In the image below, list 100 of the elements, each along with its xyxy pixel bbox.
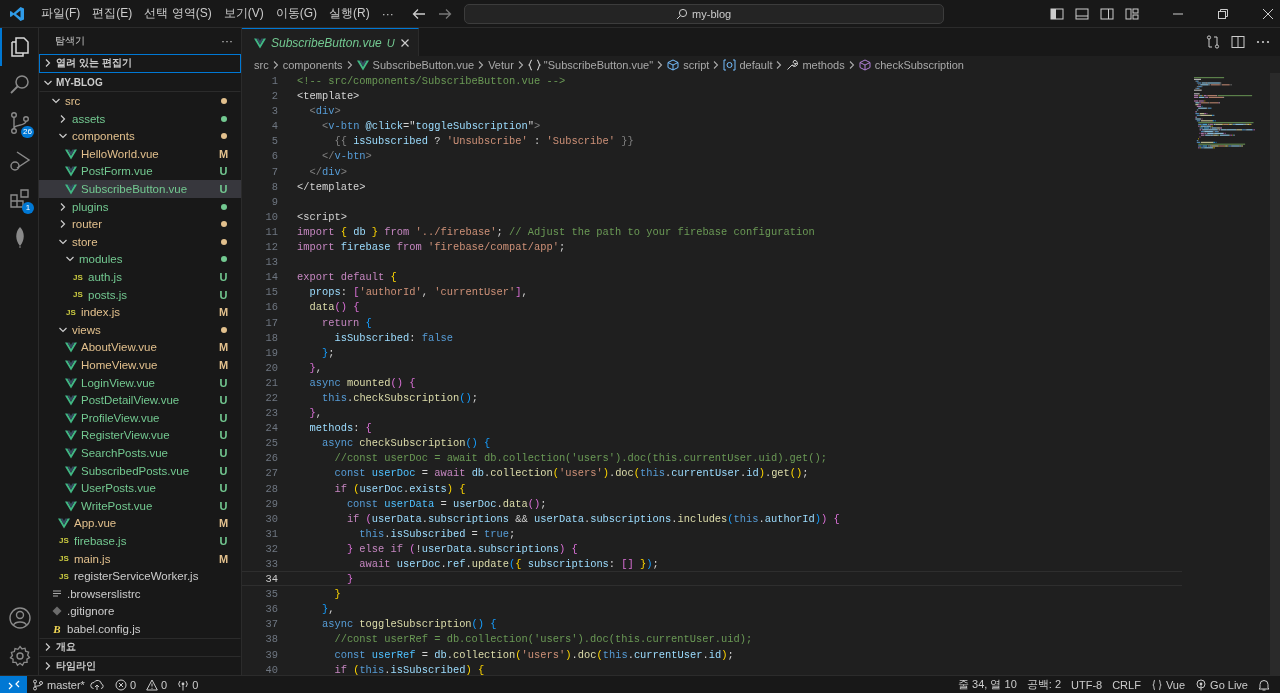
editor-tab[interactable]: SubscribeButton.vue U <box>242 28 419 56</box>
status-item[interactable]: master* <box>27 678 90 691</box>
close-icon[interactable] <box>1262 7 1274 20</box>
status-item[interactable]: 0 <box>109 678 142 691</box>
code-line: const userDoc = await db.collection('users').doc(this.currentUser.id).get(); <box>333 466 809 480</box>
line-number: 28 <box>264 481 278 495</box>
breadcrumb[interactable]: src <box>254 58 269 71</box>
breadcrumb[interactable]: script <box>667 58 710 71</box>
status-item[interactable]: Go Live <box>1190 678 1253 691</box>
sidebar-layout-icon[interactable] <box>1050 6 1064 21</box>
code-line: </template> <box>297 179 366 193</box>
file-tree-item[interactable]: HomeView.vue M <box>39 356 241 374</box>
back-arrow-icon[interactable] <box>411 6 426 21</box>
code-line: return { <box>320 315 372 329</box>
chevron-icon <box>43 58 53 69</box>
compare-changes-icon[interactable] <box>1205 34 1221 50</box>
file-tree-item[interactable]: B babel.config.js <box>39 620 241 638</box>
menu-item[interactable]: 선택 영역(S) <box>138 2 218 25</box>
menu-item[interactable]: 실행(R) <box>323 2 376 25</box>
cube-icon <box>667 58 681 71</box>
status-item[interactable]: Vue <box>1145 678 1191 691</box>
line-number: 12 <box>264 240 278 254</box>
menu-item[interactable]: 편집(E) <box>86 2 139 25</box>
code-line: </v-btn> <box>320 149 372 163</box>
file-tree-item[interactable]: SubscribedPosts.vue U <box>39 461 241 480</box>
panel-layout-icon[interactable] <box>1075 6 1089 21</box>
status-item[interactable]: 줄 34, 열 10 <box>953 677 1022 692</box>
file-tree-item[interactable]: components <box>39 127 241 146</box>
file-tree-item[interactable]: SubscribeButton.vue U <box>39 180 241 198</box>
count-badge: 1 <box>22 202 34 214</box>
menu-item[interactable]: 보기(V) <box>217 2 270 25</box>
file-tree-item[interactable]: HelloWorld.vue M <box>39 145 241 163</box>
chevron-icon <box>477 59 486 70</box>
file-tree-item[interactable]: SearchPosts.vue U <box>39 444 241 462</box>
file-tree-item[interactable]: .browserslistrc <box>39 584 241 603</box>
code-line: <v-btn @click="toggleSubscription"> <box>320 119 541 133</box>
activity-bar-item[interactable]: 1 <box>0 180 38 218</box>
file-tree-item[interactable]: JS registerServiceWorker.js <box>39 567 241 585</box>
file-tree-item[interactable]: RegisterView.vue U <box>39 426 241 445</box>
line-number: 23 <box>264 406 278 420</box>
breadcrumb[interactable]: SubscribeButton.vue <box>356 58 475 71</box>
status-item[interactable]: 공백: 2 <box>1021 677 1066 692</box>
file-tree-item[interactable]: JS auth.js U <box>39 268 241 286</box>
file-tree-item[interactable]: PostDetailView.vue U <box>39 391 241 409</box>
breadcrumb[interactable]: components <box>282 58 343 71</box>
split-layout-icon[interactable] <box>1100 6 1114 21</box>
status-item[interactable]: UTF-8 <box>1066 678 1108 691</box>
status-item[interactable]: 0 <box>172 678 204 691</box>
split-editor-icon[interactable] <box>1230 34 1246 50</box>
restore-icon[interactable] <box>1217 7 1229 20</box>
file-tree-item[interactable]: WritePost.vue U <box>39 496 241 515</box>
file-tree-item[interactable]: JS main.js M <box>39 549 241 568</box>
file-tree-item[interactable]: src <box>39 92 241 110</box>
file-tree-item[interactable]: JS firebase.js U <box>39 532 241 550</box>
menu-item[interactable]: ··· <box>375 3 400 24</box>
section-header[interactable]: 개요 <box>39 637 241 657</box>
file-tree-item[interactable]: views <box>39 321 241 339</box>
breadcrumb[interactable]: "SubscribeButton.vue" <box>527 58 654 71</box>
file-tree-item[interactable]: .gitignore <box>39 602 241 621</box>
custom-layout-icon[interactable] <box>1125 6 1139 21</box>
vue-icon <box>65 165 77 178</box>
line-number: 15 <box>264 285 278 299</box>
file-tree-item[interactable]: LoginView.vue U <box>39 373 241 392</box>
vue-icon <box>65 411 77 424</box>
file-tree-item[interactable]: assets <box>39 109 241 128</box>
more-button[interactable]: ··· <box>221 33 233 48</box>
status-item[interactable]: 0 <box>141 678 173 691</box>
file-tree-item[interactable]: store <box>39 233 241 251</box>
code-line: {{ isSubscribed ? 'Unsubscribe' : 'Subscribe' }} <box>333 134 634 148</box>
sync-icon[interactable] <box>89 678 104 691</box>
file-tree-item[interactable]: AboutView.vue M <box>39 338 241 357</box>
activity-bar-item[interactable]: 26 <box>0 104 38 142</box>
notifications-icon[interactable] <box>1258 678 1270 691</box>
file-tree-item[interactable]: App.vue M <box>39 514 241 533</box>
file-tree-item[interactable]: modules <box>39 250 241 269</box>
breadcrumb[interactable]: default <box>723 58 773 71</box>
breadcrumb[interactable]: Vetur <box>488 58 514 71</box>
search-field[interactable]: my-blog <box>463 3 944 24</box>
file-tree-item[interactable]: JS posts.js U <box>39 285 241 304</box>
file-tree-item[interactable]: ProfileView.vue U <box>39 408 241 427</box>
file-tree-item[interactable]: router <box>39 215 241 233</box>
remote-button[interactable] <box>0 676 27 693</box>
breadcrumb[interactable]: methods <box>786 58 845 71</box>
file-tree-item[interactable]: PostForm.vue U <box>39 162 241 181</box>
section-header[interactable]: MY-BLOG <box>39 73 241 93</box>
minimap[interactable] <box>1194 77 1258 151</box>
file-tree-item[interactable]: plugins <box>39 197 241 216</box>
forward-arrow-icon[interactable] <box>437 6 452 21</box>
close-icon[interactable] <box>399 37 410 48</box>
play-bug-icon <box>8 149 32 173</box>
code-line: async toggleSubscription() { <box>320 617 497 631</box>
app-logo-icon[interactable] <box>9 5 25 22</box>
section-header[interactable]: 열려 있는 편집기 <box>39 53 241 73</box>
menu-item[interactable]: 이동(G) <box>269 2 323 25</box>
file-tree-item[interactable]: JS index.js M <box>39 303 241 321</box>
menu-item[interactable]: 파일(F) <box>35 2 87 25</box>
line-number: 29 <box>264 496 278 510</box>
file-tree-item[interactable]: UserPosts.vue U <box>39 479 241 497</box>
status-item[interactable]: CRLF <box>1107 678 1146 691</box>
breadcrumb[interactable]: checkSubscription <box>858 58 964 71</box>
